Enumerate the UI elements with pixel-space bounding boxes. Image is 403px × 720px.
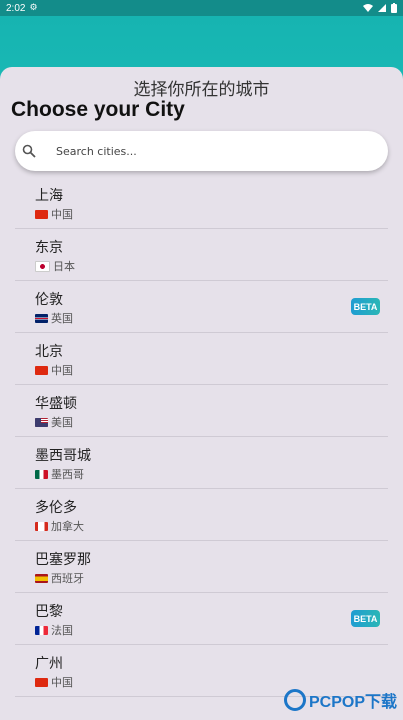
city-name: 华盛顿 [35,396,77,412]
city-list-item[interactable]: 伦敦英国 BETA [15,281,388,333]
beta-badge: BETA [351,298,380,315]
city-list-item[interactable]: 巴塞罗那西班牙 [15,541,388,593]
country-name: 墨西哥 [51,468,84,481]
page-title: Choose your City [11,98,185,121]
city-country: 日本 [35,258,75,274]
status-bar: 2:02 ⚙ [0,0,403,16]
country-name: 中国 [51,208,73,221]
watermark-text: PCPOP下载 [308,694,397,711]
search-input[interactable] [54,143,358,159]
city-country: 中国 [35,674,73,690]
flag-cn-icon [35,365,48,375]
city-list-item[interactable]: 多伦多加拿大 [15,489,388,541]
city-name: 多伦多 [35,500,77,516]
city-name: 巴黎 [35,604,63,620]
city-list-item[interactable]: 墨西哥城墨西哥 [15,437,388,489]
city-name: 北京 [35,344,63,360]
city-name: 伦敦 [35,292,63,308]
city-list-item[interactable]: 巴黎法国 BETA [15,593,388,645]
flag-cn-icon [35,677,48,687]
city-name: 东京 [35,240,63,256]
flag-cn-icon [35,209,48,219]
country-name: 日本 [53,260,75,273]
city-country: 中国 [35,206,73,222]
country-name: 英国 [51,312,73,325]
city-list-item[interactable]: 上海中国 [15,177,388,229]
city-name: 巴塞罗那 [35,552,91,568]
flag-gb-icon [35,313,48,323]
status-time: 2:02 [6,2,26,14]
watermark-logo: PCPOP下载 [283,688,397,712]
city-country: 中国 [35,362,73,378]
watermark-icon [283,689,306,711]
flag-us-icon [35,417,48,427]
battery-icon [391,3,397,13]
city-list-item[interactable]: 华盛顿美国 [15,385,388,437]
city-country: 加拿大 [35,518,84,534]
city-list: 上海 中国 东京 日本 伦敦 英国 BETA 北京 中国 华盛顿 美国 墨西哥城 墨西哥 多伦多 加拿大 巴塞… [15,177,388,697]
city-country: 英国 [35,310,73,326]
city-country: 西班牙 [35,570,84,586]
country-name: 西班牙 [51,572,84,585]
subtitle: 选择你所在的城市 [133,80,270,100]
city-picker-sheet: 选择你所在的城市 Choose your City 上海中国东京日本伦敦英国BE… [0,67,403,720]
city-country: 墨西哥 [35,466,84,482]
country-name: 加拿大 [51,520,84,533]
signal-icon [378,4,386,12]
search-bar[interactable] [15,131,388,171]
city-name: 墨西哥城 [35,448,91,464]
city-country: 法国 [35,622,73,638]
city-country: 美国 [35,414,73,430]
city-list-item[interactable]: 东京日本 [15,229,388,281]
flag-mx-icon [35,469,48,479]
country-name: 中国 [51,364,73,377]
country-name: 美国 [51,416,73,429]
flag-fr-icon [35,625,48,635]
city-name: 上海 [35,188,63,204]
city-list-item[interactable]: 北京中国 [15,333,388,385]
country-name: 法国 [51,624,73,637]
wifi-icon [363,4,373,12]
city-name: 广州 [35,656,63,672]
settings-icon: ⚙ [29,3,38,13]
search-icon [22,144,36,158]
beta-badge: BETA [351,610,380,627]
flag-es-icon [35,573,48,583]
flag-ca-icon [35,521,48,531]
country-name: 中国 [51,676,73,689]
flag-jp-icon [35,260,50,272]
